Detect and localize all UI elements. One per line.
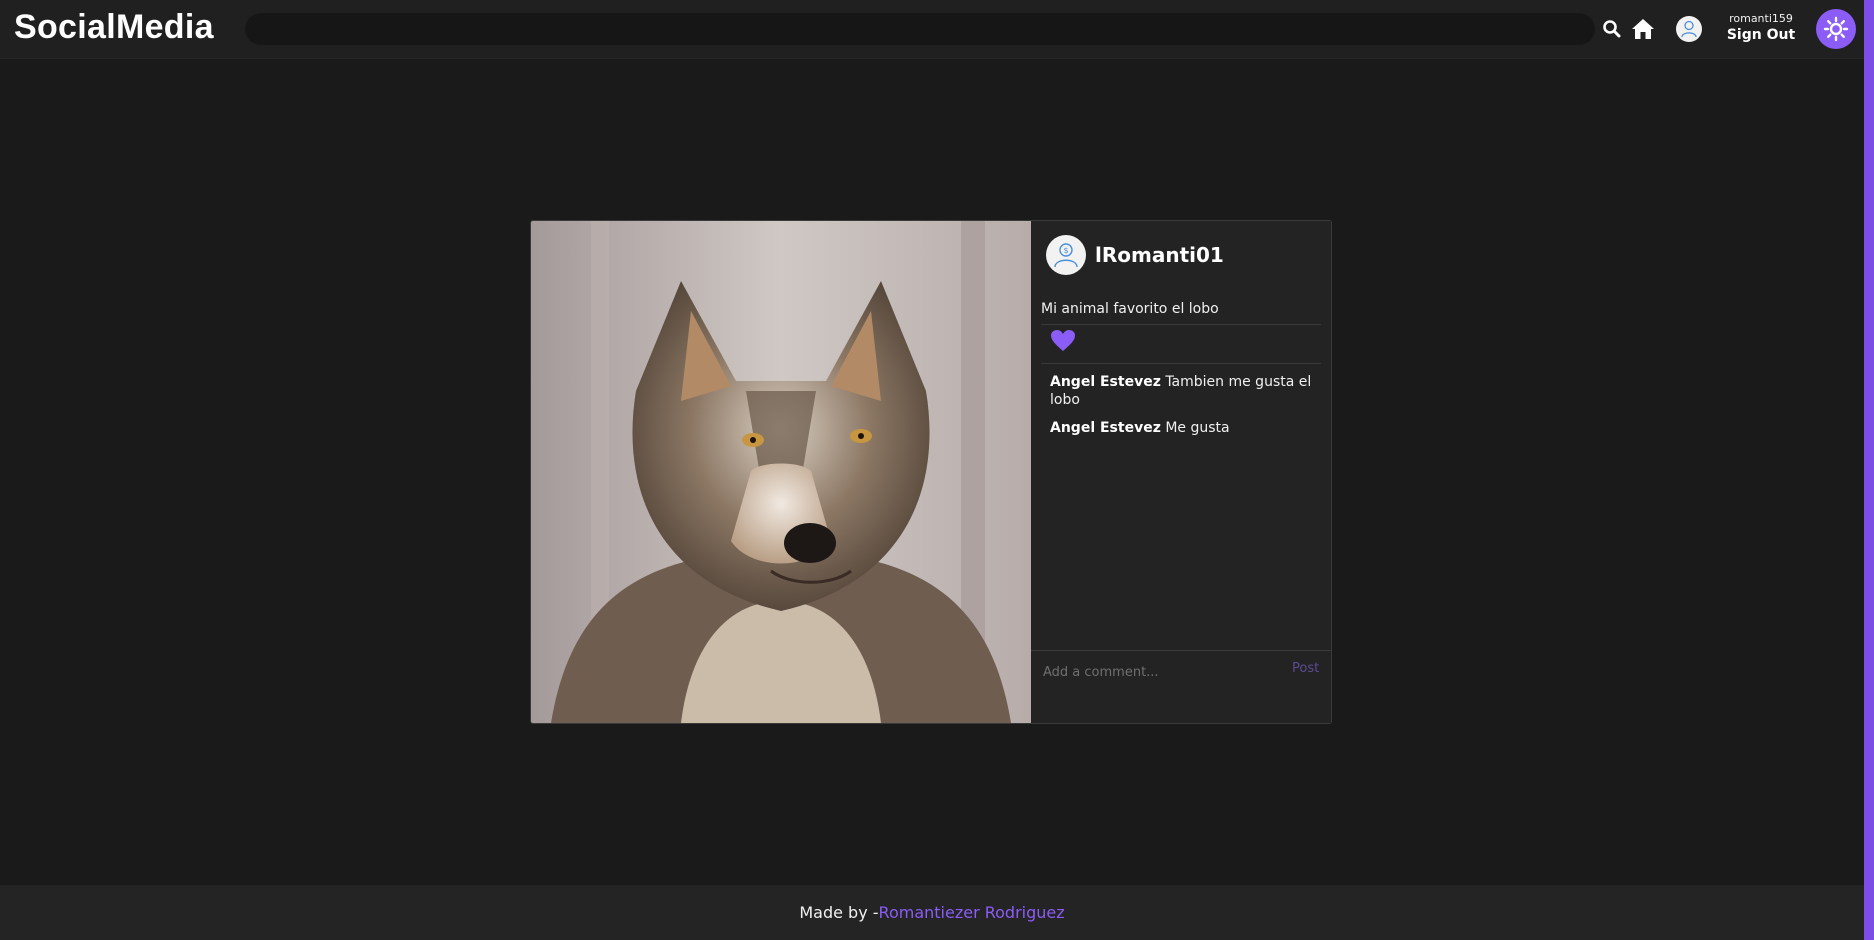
top-navbar: SocialMedia romanti159 Sign Out	[0, 0, 1874, 59]
footer: Made by -Romantiezer Rodriguez	[0, 885, 1864, 940]
current-username: romanti159	[1729, 12, 1793, 25]
user-avatar-icon: $	[1054, 243, 1078, 268]
user-menu: romanti159 Sign Out	[1716, 12, 1806, 44]
sign-out-button[interactable]: Sign Out	[1716, 26, 1806, 44]
author-avatar[interactable]: $	[1046, 235, 1086, 275]
divider	[1041, 324, 1321, 325]
user-avatar-icon	[1681, 20, 1697, 38]
heart-icon	[1051, 330, 1075, 351]
profile-avatar-button[interactable]	[1676, 16, 1702, 42]
search-input[interactable]	[245, 13, 1595, 45]
comment-author[interactable]: Angel Estevez	[1050, 374, 1161, 390]
post-caption: Mi animal favorito el lobo	[1041, 301, 1219, 317]
add-comment-bar: Post	[1031, 650, 1331, 723]
page-scrollbar[interactable]	[1864, 0, 1874, 940]
like-button[interactable]	[1050, 329, 1076, 353]
comment-input[interactable]	[1041, 659, 1275, 685]
comment-item: Angel Estevez Tambien me gusta el lobo	[1050, 373, 1320, 409]
comment-list: Angel Estevez Tambien me gusta el lobo A…	[1050, 373, 1320, 447]
search-icon	[1603, 20, 1621, 38]
sun-icon	[1823, 16, 1849, 42]
divider	[1041, 363, 1321, 364]
author-link[interactable]: Romantiezer Rodriguez	[879, 903, 1065, 922]
post-author-name[interactable]: lRomanti01	[1095, 243, 1224, 267]
post-card: $ lRomanti01 Mi animal favorito el lobo …	[530, 220, 1332, 724]
post-image[interactable]	[531, 221, 1031, 723]
footer-prefix: Made by -	[799, 903, 879, 922]
comment-item: Angel Estevez Me gusta	[1050, 419, 1320, 437]
footer-credit: Made by -Romantiezer Rodriguez	[799, 903, 1064, 922]
search-button[interactable]	[1602, 19, 1622, 39]
app-logo[interactable]: SocialMedia	[14, 8, 214, 47]
comment-text: Me gusta	[1165, 420, 1230, 436]
post-details: $ lRomanti01 Mi animal favorito el lobo …	[1031, 221, 1331, 723]
post-comment-button[interactable]: Post	[1292, 661, 1319, 676]
home-button[interactable]	[1630, 16, 1656, 42]
theme-toggle-button[interactable]	[1816, 9, 1856, 49]
home-icon	[1632, 19, 1654, 39]
comment-author[interactable]: Angel Estevez	[1050, 420, 1161, 436]
svg-text:$: $	[1063, 246, 1068, 255]
